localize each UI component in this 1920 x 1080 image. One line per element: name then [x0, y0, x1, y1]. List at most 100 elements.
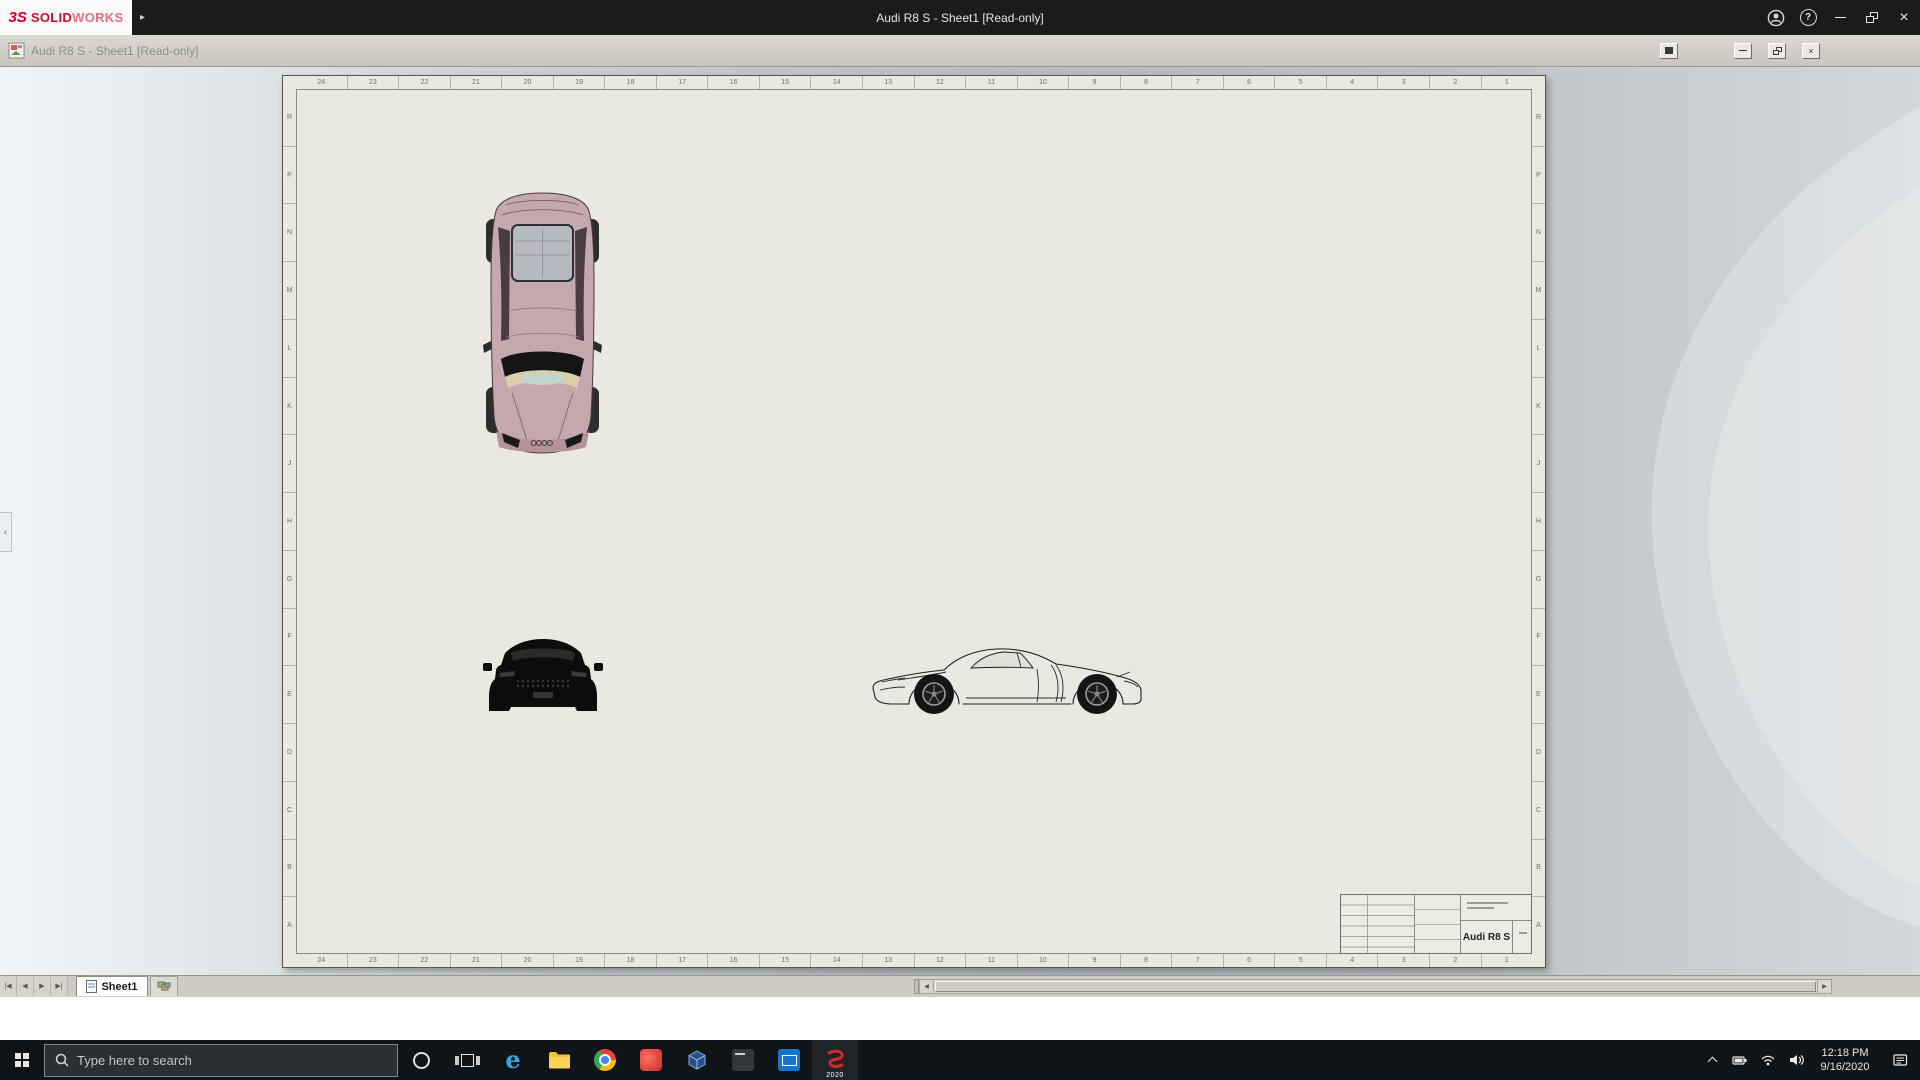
sheet-tab-label: Sheet1 — [101, 981, 137, 993]
zone-label: 18 — [604, 954, 656, 967]
zone-ruler-top: 242322212019181716151413121110987654321 — [296, 76, 1532, 89]
taskbar-file-explorer[interactable] — [536, 1040, 582, 1080]
minimize-icon — [1835, 17, 1846, 18]
chrome-icon — [594, 1049, 616, 1071]
system-tray: 12:18 PM 9/16/2020 — [1698, 1040, 1920, 1080]
scrollbar-thumb[interactable] — [935, 981, 1816, 992]
zone-label: 15 — [759, 954, 811, 967]
zone-label: J — [283, 434, 296, 492]
menu-flyout-arrow-icon[interactable]: ▸ — [140, 12, 145, 23]
taskbar-search[interactable] — [44, 1044, 398, 1077]
zone-label: G — [283, 550, 296, 608]
zone-label: 2 — [1429, 954, 1481, 967]
drawing-view-front[interactable] — [481, 635, 605, 715]
zone-label: N — [283, 203, 296, 261]
graphics-area[interactable]: ‹ 24232221201918171615141312111098765432… — [0, 67, 1920, 975]
zone-label: 23 — [347, 954, 399, 967]
zone-label: 24 — [296, 76, 347, 89]
zone-ruler-right: RPNMLKJHGFEDCBA — [1532, 89, 1545, 954]
zone-label: L — [1532, 319, 1545, 377]
zone-label: 17 — [656, 76, 708, 89]
child-restore-button[interactable] — [1768, 43, 1786, 59]
drawing-view-top[interactable] — [482, 191, 603, 457]
solidworks-version-badge: 2020 — [826, 1072, 844, 1079]
document-title: Audi R8 S - Sheet1 [Read-only] — [31, 44, 198, 58]
tray-action-center[interactable] — [1880, 1040, 1920, 1080]
document-window-controls: × — [1660, 43, 1820, 59]
sheet-options-tab[interactable] — [150, 976, 178, 996]
maximize-icon — [1665, 47, 1673, 54]
taskbar-app-red[interactable] — [628, 1040, 674, 1080]
zone-label: A — [1532, 896, 1545, 954]
revision-table — [1341, 895, 1415, 953]
taskbar-solidworks[interactable]: 2020 — [812, 1040, 858, 1080]
restore-button[interactable] — [1856, 0, 1888, 35]
zone-label: 17 — [656, 954, 708, 967]
zone-label: 4 — [1326, 76, 1378, 89]
zone-label: 21 — [450, 954, 502, 967]
zone-label: 3 — [1377, 76, 1429, 89]
sheet-nav-next-button[interactable]: ▶ — [34, 976, 51, 996]
red-app-icon — [640, 1049, 662, 1071]
speaker-icon — [1789, 1053, 1804, 1067]
windows-logo-icon — [15, 1053, 29, 1067]
taskbar-app-dark[interactable] — [720, 1040, 766, 1080]
zone-label: 3 — [1377, 954, 1429, 967]
zone-label: D — [1532, 723, 1545, 781]
tray-network[interactable] — [1754, 1040, 1782, 1080]
zone-label: 19 — [553, 954, 605, 967]
taskbar-edge[interactable]: e — [490, 1040, 536, 1080]
tray-expand-button[interactable] — [1698, 1040, 1726, 1080]
scrollbar-track[interactable] — [934, 979, 1817, 994]
zone-label: D — [283, 723, 296, 781]
drawing-sheet[interactable]: 242322212019181716151413121110987654321 … — [282, 75, 1546, 968]
close-button[interactable]: × — [1888, 0, 1920, 35]
zone-label: 12 — [914, 76, 966, 89]
minimize-button[interactable] — [1824, 0, 1856, 35]
zone-label: K — [1532, 377, 1545, 435]
taskbar-app-blue[interactable] — [766, 1040, 812, 1080]
help-button[interactable]: ? — [1792, 0, 1824, 35]
child-minimize-button[interactable] — [1734, 43, 1752, 59]
tray-clock[interactable]: 12:18 PM 9/16/2020 — [1810, 1046, 1880, 1075]
tab-sheet1[interactable]: Sheet1 — [76, 976, 148, 996]
zone-label: R — [283, 89, 296, 146]
tray-battery[interactable] — [1726, 1040, 1754, 1080]
feature-tree-collapse-tab[interactable]: ‹ — [0, 512, 12, 552]
sheet-icon — [86, 980, 97, 993]
task-view-icon — [455, 1054, 480, 1067]
edge-icon: e — [505, 1048, 520, 1072]
search-input[interactable] — [77, 1053, 387, 1068]
sheet-nav-last-button[interactable]: ▶| — [51, 976, 68, 996]
sheet-nav-first-button[interactable]: |◀ — [0, 976, 17, 996]
solidworks-logo[interactable]: 3S SOLIDWORKS — [0, 0, 132, 35]
zone-label: 14 — [810, 954, 862, 967]
account-button[interactable] — [1760, 0, 1792, 35]
sheet-nav-prev-button[interactable]: ◀ — [17, 976, 34, 996]
start-button[interactable] — [0, 1040, 44, 1080]
tray-volume[interactable] — [1782, 1040, 1810, 1080]
sheet-number-cell — [1513, 921, 1531, 953]
taskbar-app-cube[interactable] — [674, 1040, 720, 1080]
drawing-view-side[interactable] — [870, 638, 1146, 717]
zone-label: 6 — [1223, 954, 1275, 967]
child-maximize-button[interactable] — [1660, 43, 1678, 59]
taskbar-chrome[interactable] — [582, 1040, 628, 1080]
zone-label: 6 — [1223, 76, 1275, 89]
dark-app-icon — [732, 1049, 754, 1071]
zone-label: F — [1532, 608, 1545, 666]
scroll-right-button[interactable]: ▶ — [1817, 979, 1832, 994]
horizontal-scrollbar[interactable]: ◀ ▶ — [914, 979, 1832, 994]
child-close-button[interactable]: × — [1802, 43, 1820, 59]
taskbar-task-view[interactable] — [444, 1040, 490, 1080]
zone-label: 18 — [604, 76, 656, 89]
wifi-icon — [1760, 1053, 1776, 1067]
zone-label: 11 — [965, 76, 1017, 89]
collapse-arrow-icon: ‹ — [4, 527, 7, 538]
restore-icon — [1866, 12, 1878, 23]
scroll-left-button[interactable]: ◀ — [919, 979, 934, 994]
user-icon — [1767, 9, 1785, 27]
zone-label: B — [283, 839, 296, 897]
chevron-up-icon — [1707, 1057, 1717, 1067]
taskbar-cortana[interactable] — [398, 1040, 444, 1080]
